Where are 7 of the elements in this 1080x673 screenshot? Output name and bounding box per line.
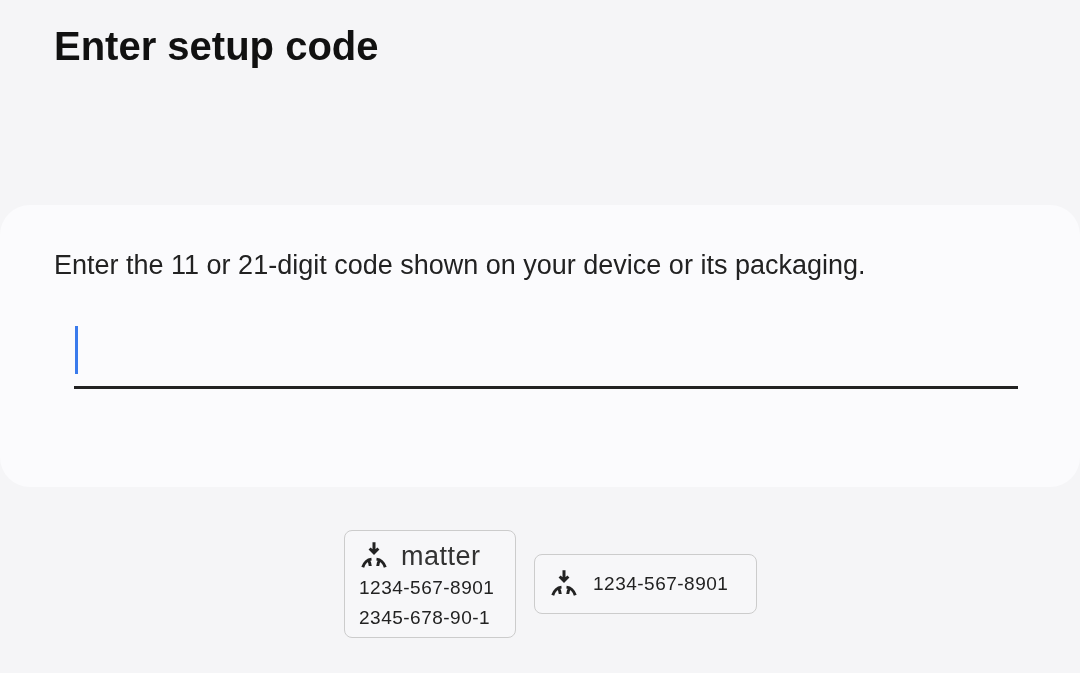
setup-code: 2345-678-90-1 bbox=[359, 606, 492, 630]
code-input-field[interactable] bbox=[74, 326, 1018, 389]
instruction-text: Enter the 11 or 21-digit code shown on your device or its packaging. bbox=[54, 249, 866, 281]
brand-name: matter bbox=[401, 541, 481, 571]
setup-code: 1234-567-8901 bbox=[359, 576, 496, 600]
setup-code: 1234-567-8901 bbox=[593, 572, 729, 596]
page-title: Enter setup code bbox=[54, 23, 379, 70]
